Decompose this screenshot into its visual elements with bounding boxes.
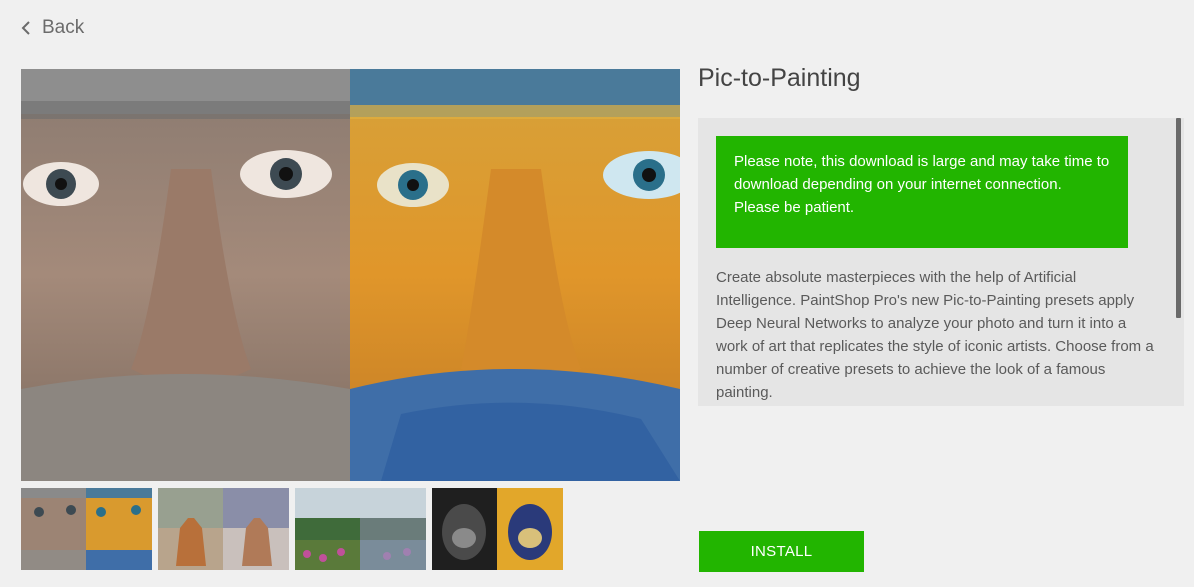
thumbnail-landscape[interactable] xyxy=(295,488,426,570)
description-panel: Please note, this download is large and … xyxy=(698,118,1184,406)
back-label: Back xyxy=(42,17,85,38)
back-button[interactable]: Back xyxy=(20,17,84,39)
thumbnail-portrait[interactable] xyxy=(21,488,152,570)
product-title: Pic-to-Painting xyxy=(698,64,861,92)
install-button[interactable]: INSTALL xyxy=(699,531,864,572)
thumbnail-fox[interactable] xyxy=(158,488,289,570)
thumbnail-strip xyxy=(21,488,563,570)
thumbnail-gorilla[interactable] xyxy=(432,488,563,570)
scrollbar[interactable] xyxy=(1176,118,1181,318)
product-description: Create absolute masterpieces with the he… xyxy=(716,269,1154,401)
download-notice: Please note, this download is large and … xyxy=(716,136,1128,248)
chevron-left-icon xyxy=(21,21,30,35)
hero-preview-image xyxy=(21,69,680,481)
